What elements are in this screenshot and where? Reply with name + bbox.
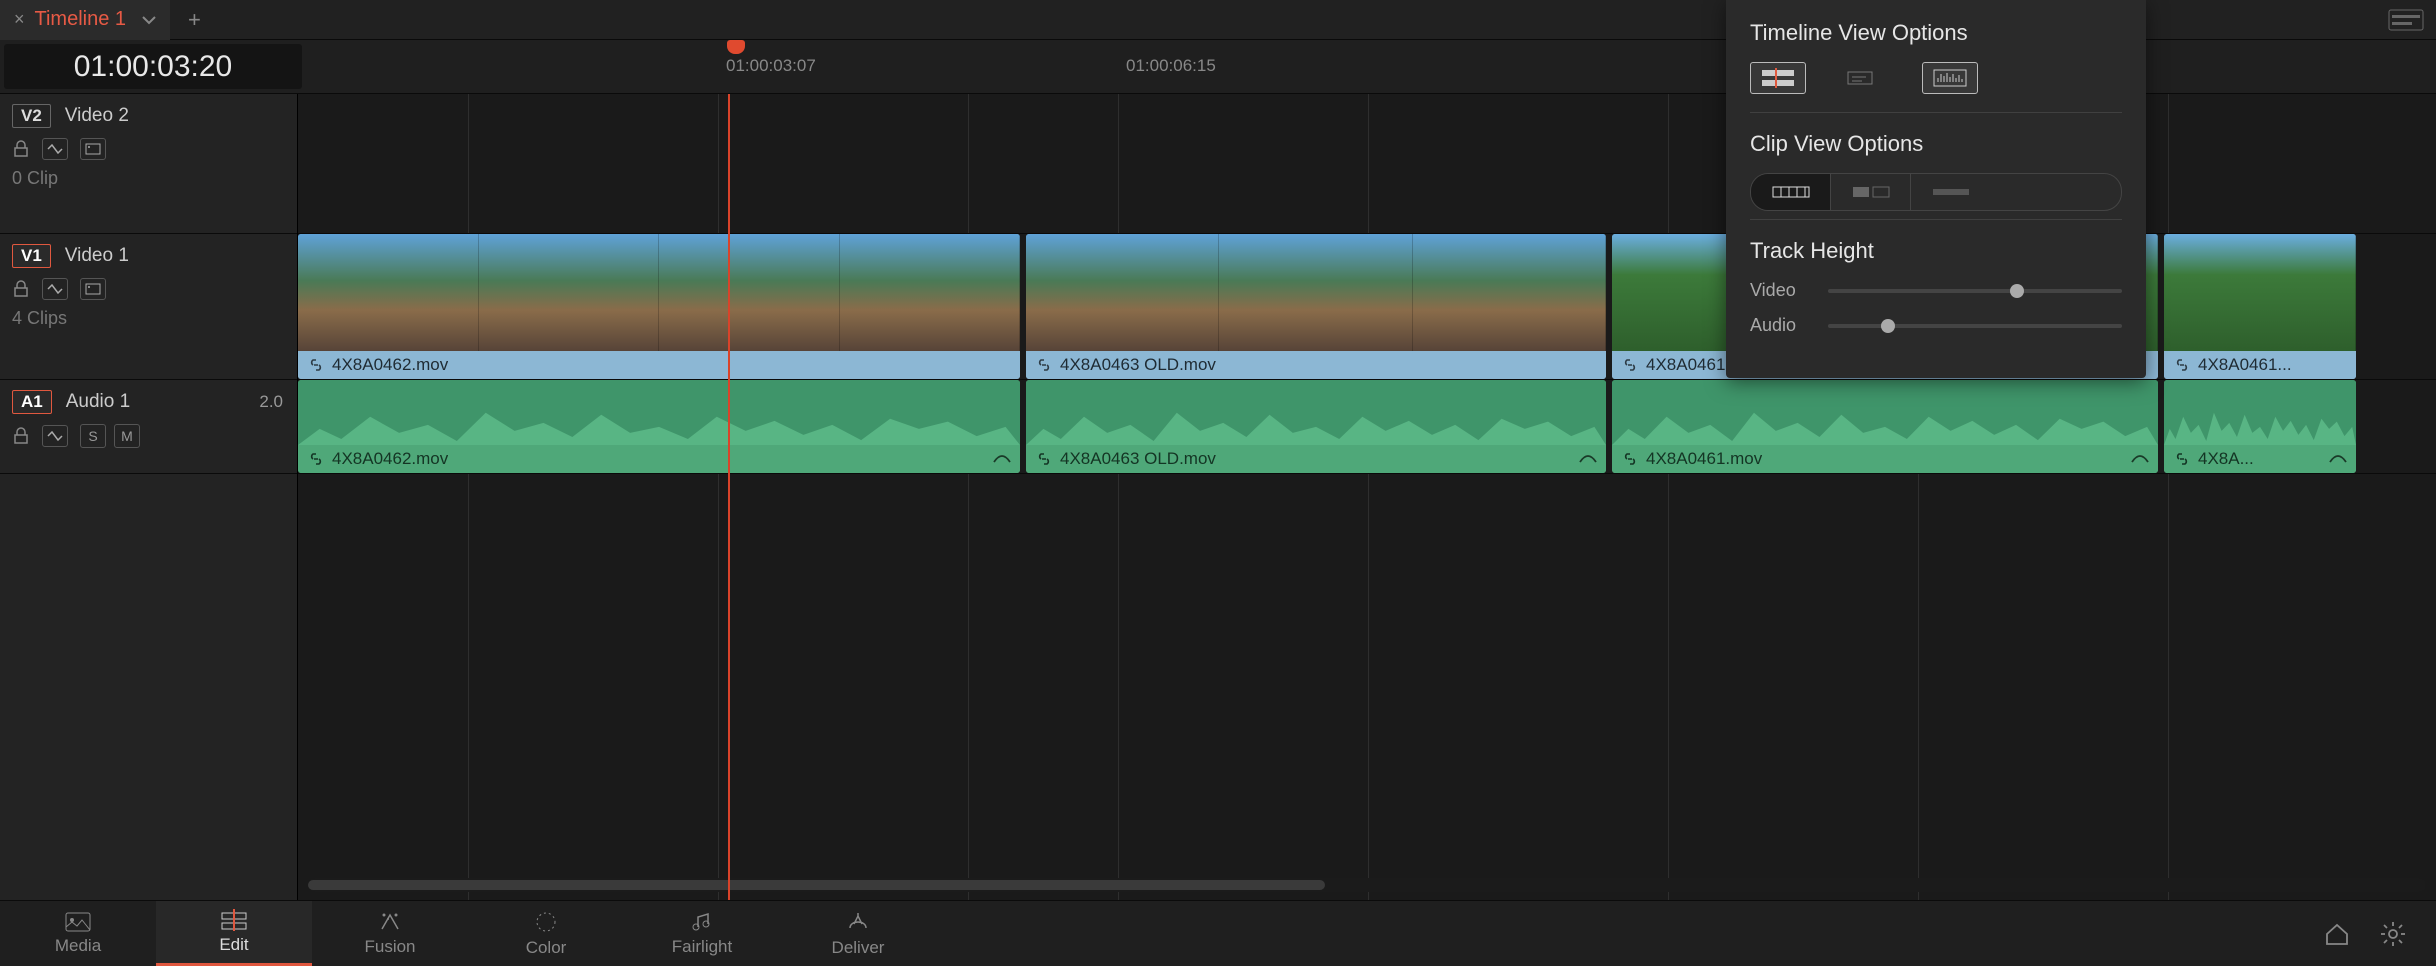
nav-media[interactable]: Media <box>0 901 156 966</box>
link-icon <box>2174 452 2190 466</box>
nav-color[interactable]: Color <box>468 901 624 966</box>
tab-label: Timeline 1 <box>35 8 127 31</box>
lock-icon[interactable] <box>12 140 30 158</box>
clip-name: 4X8A0462.mov <box>332 355 448 375</box>
timeline-tab[interactable]: × Timeline 1 <box>0 0 170 40</box>
playhead-marker-icon[interactable] <box>727 40 745 54</box>
track-name: Video 1 <box>65 245 129 267</box>
auto-select-icon[interactable] <box>42 138 68 160</box>
audio-waveform-button[interactable] <box>1922 62 1978 94</box>
nav-fusion[interactable]: Fusion <box>312 901 468 966</box>
clip-name: 4X8A... <box>2198 449 2254 469</box>
clip-name: 4X8A0462.mov <box>332 449 448 469</box>
deliver-icon <box>846 910 870 934</box>
page-navigation: Media Edit Fusion Color Fairlight Delive… <box>0 900 2436 966</box>
track-name: Audio 1 <box>66 391 130 413</box>
curve-icon[interactable] <box>1578 452 1598 466</box>
video-clip[interactable]: 4X8A0461... <box>2164 234 2356 379</box>
popover-section-title: Clip View Options <box>1750 131 2122 157</box>
lock-icon[interactable] <box>12 280 30 298</box>
mute-button[interactable]: M <box>114 424 140 448</box>
track-badge-a1[interactable]: A1 <box>12 390 52 414</box>
lock-icon[interactable] <box>12 427 30 445</box>
simple-view-button[interactable] <box>1911 174 1991 210</box>
channel-config: 2.0 <box>259 392 283 412</box>
timeline-view-options-button[interactable] <box>2388 9 2436 31</box>
link-icon <box>1622 358 1638 372</box>
nav-edit[interactable]: Edit <box>156 901 312 966</box>
playhead-line[interactable] <box>728 94 730 900</box>
ruler-tick-label: 01:00:06:15 <box>1126 56 1216 76</box>
track-badge-v2[interactable]: V2 <box>12 104 51 128</box>
curve-icon[interactable] <box>2328 452 2348 466</box>
link-icon <box>1036 452 1052 466</box>
clip-name: 4X8A0461... <box>2198 355 2292 375</box>
track-header-v1[interactable]: V1 Video 1 4 Clips <box>0 234 297 380</box>
clip-view-segmented <box>1750 173 2122 211</box>
popover-section-title: Timeline View Options <box>1750 20 2122 46</box>
audio-clip[interactable]: 4X8A0461.mov <box>1612 380 2158 473</box>
scrollbar-thumb[interactable] <box>308 880 1325 890</box>
track-badge-v1[interactable]: V1 <box>12 244 51 268</box>
track-enable-icon[interactable] <box>80 278 106 300</box>
auto-select-icon[interactable] <box>42 425 68 447</box>
timeline-view-options-popover: Timeline View Options Clip View Options … <box>1726 0 2146 378</box>
home-button[interactable] <box>2324 922 2350 946</box>
audio-height-label: Audio <box>1750 315 1810 336</box>
horizontal-scrollbar[interactable] <box>308 878 2426 892</box>
thumbnail-view-button[interactable] <box>1831 174 1911 210</box>
nav-fairlight[interactable]: Fairlight <box>624 901 780 966</box>
chevron-down-icon[interactable] <box>142 15 156 25</box>
color-icon <box>534 910 558 934</box>
track-header-a1[interactable]: A1 Audio 1 2.0 S M <box>0 380 297 474</box>
clip-name: 4X8A0461.mov <box>1646 449 1762 469</box>
audio-clip[interactable]: 4X8A0462.mov <box>298 380 1020 473</box>
video-clip[interactable]: 4X8A0463 OLD.mov <box>1026 234 1606 379</box>
curve-icon[interactable] <box>2130 452 2150 466</box>
ruler-tick-label: 01:00:03:07 <box>726 56 816 76</box>
link-icon <box>308 358 324 372</box>
audio-height-slider[interactable] <box>1828 324 2122 328</box>
link-icon <box>1036 358 1052 372</box>
filmstrip-view-button[interactable] <box>1751 174 1831 210</box>
link-icon <box>308 452 324 466</box>
timecode-display[interactable]: 01:00:03:20 <box>4 44 302 89</box>
video-height-label: Video <box>1750 280 1810 301</box>
track-headers-panel: V2 Video 2 0 Clip V1 Video 1 4 Clips <box>0 94 298 900</box>
solo-button[interactable]: S <box>80 424 106 448</box>
track-name: Video 2 <box>65 105 129 127</box>
clip-name: 4X8A0463 OLD.mov <box>1060 355 1216 375</box>
clip-count: 4 Clips <box>12 308 285 329</box>
audio-clip[interactable]: 4X8A... <box>2164 380 2356 473</box>
curve-icon[interactable] <box>992 452 1012 466</box>
link-icon <box>2174 358 2190 372</box>
add-timeline-button[interactable]: + <box>188 7 201 33</box>
fusion-icon <box>378 911 402 933</box>
stacked-timeline-button[interactable] <box>1750 62 1806 94</box>
video-clip[interactable]: 4X8A0462.mov <box>298 234 1020 379</box>
clip-name: 4X8A0463 OLD.mov <box>1060 449 1216 469</box>
link-icon <box>1622 452 1638 466</box>
subtitle-track-button[interactable] <box>1836 62 1892 94</box>
settings-button[interactable] <box>2380 921 2406 947</box>
track-enable-icon[interactable] <box>80 138 106 160</box>
media-icon <box>65 912 91 932</box>
edit-icon <box>221 909 247 931</box>
video-height-slider[interactable] <box>1828 289 2122 293</box>
fairlight-icon <box>691 911 713 933</box>
close-icon[interactable]: × <box>14 9 25 30</box>
nav-deliver[interactable]: Deliver <box>780 901 936 966</box>
track-row-a1[interactable]: 4X8A0462.mov 4X8A0463 OLD.mov 4X8A0461.mov… <box>298 380 2436 474</box>
clip-count: 0 Clip <box>12 168 285 189</box>
audio-clip[interactable]: 4X8A0463 OLD.mov <box>1026 380 1606 473</box>
track-header-v2[interactable]: V2 Video 2 0 Clip <box>0 94 297 234</box>
auto-select-icon[interactable] <box>42 278 68 300</box>
popover-section-title: Track Height <box>1750 238 2122 264</box>
